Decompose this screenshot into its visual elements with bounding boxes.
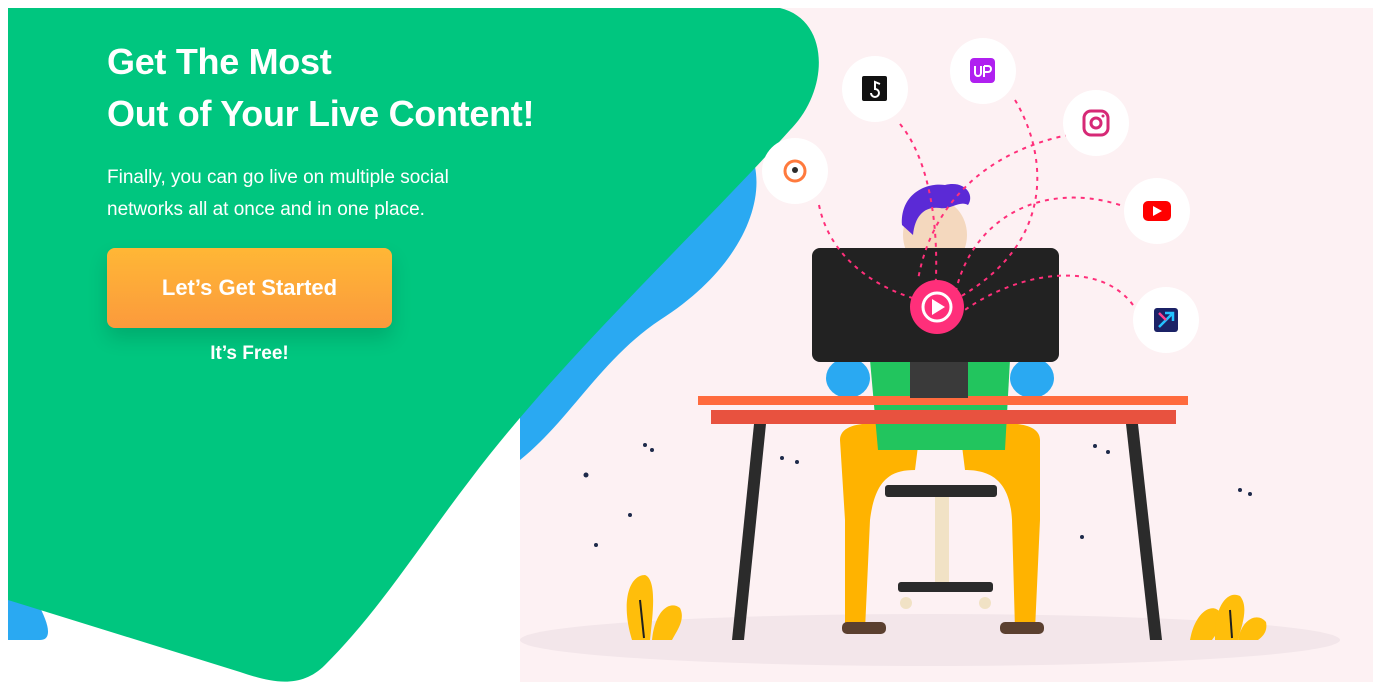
hero-title: Get The Most Out of Your Live Content!: [107, 36, 727, 140]
tiktok-icon: [842, 56, 908, 122]
person-arm-right: [1010, 358, 1054, 398]
hero-banner: Get The Most Out of Your Live Content! F…: [0, 0, 1373, 682]
hero-title-line-2: Out of Your Live Content!: [107, 93, 535, 134]
hero-subtitle-line-1: Finally, you can go live on multiple soc…: [107, 167, 449, 188]
free-note: It’s Free!: [210, 343, 289, 364]
play-icon: [910, 280, 964, 334]
person-arm-left: [826, 358, 870, 398]
mixer-icon: [1133, 287, 1199, 353]
periscope-icon: [762, 138, 828, 204]
get-started-button[interactable]: Let’s Get Started: [107, 248, 392, 328]
instagram-icon: [1063, 90, 1129, 156]
hero-subtitle-line-2: networks all at once and in one place.: [107, 199, 425, 220]
upstream-icon: [950, 38, 1016, 104]
youtube-icon: [1124, 178, 1190, 244]
hero-subtitle: Finally, you can go live on multiple soc…: [107, 162, 567, 226]
hero-title-line-1: Get The Most: [107, 41, 332, 82]
